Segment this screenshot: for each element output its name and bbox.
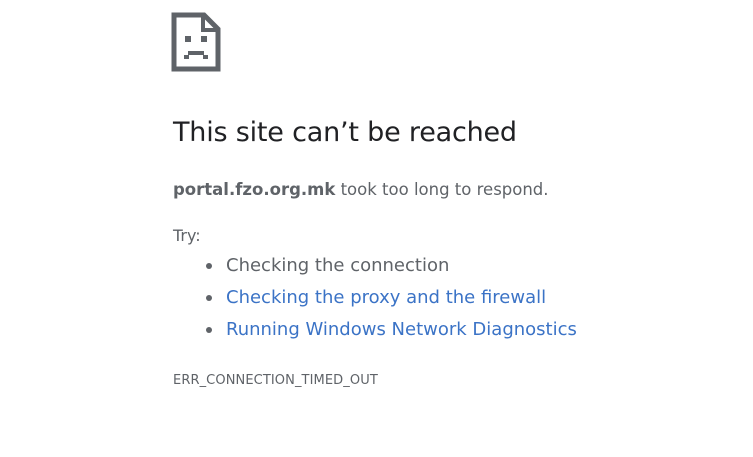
bullet-icon (206, 327, 212, 333)
summary-suffix: took too long to respond. (335, 180, 549, 199)
network-diagnostics-link[interactable]: Running Windows Network Diagnostics (226, 319, 577, 340)
list-item: Checking the connection (173, 252, 577, 284)
bullet-icon (206, 263, 212, 269)
host-name: portal.fzo.org.mk (173, 180, 336, 199)
list-item[interactable]: Running Windows Network Diagnostics (173, 316, 577, 348)
sad-page-icon (171, 12, 221, 72)
error-summary: portal.fzo.org.mk took too long to respo… (173, 180, 549, 199)
proxy-firewall-link[interactable]: Checking the proxy and the firewall (226, 287, 546, 308)
bullet-icon (206, 295, 212, 301)
try-label: Try: (173, 226, 201, 245)
page-title: This site can’t be reached (173, 117, 517, 148)
error-code: ERR_CONNECTION_TIMED_OUT (173, 373, 378, 388)
list-item[interactable]: Checking the proxy and the firewall (173, 284, 577, 316)
suggestion-list: Checking the connection Checking the pro… (173, 252, 577, 348)
suggestion-check-connection: Checking the connection (226, 255, 450, 276)
error-page: This site can’t be reached portal.fzo.or… (0, 0, 753, 457)
